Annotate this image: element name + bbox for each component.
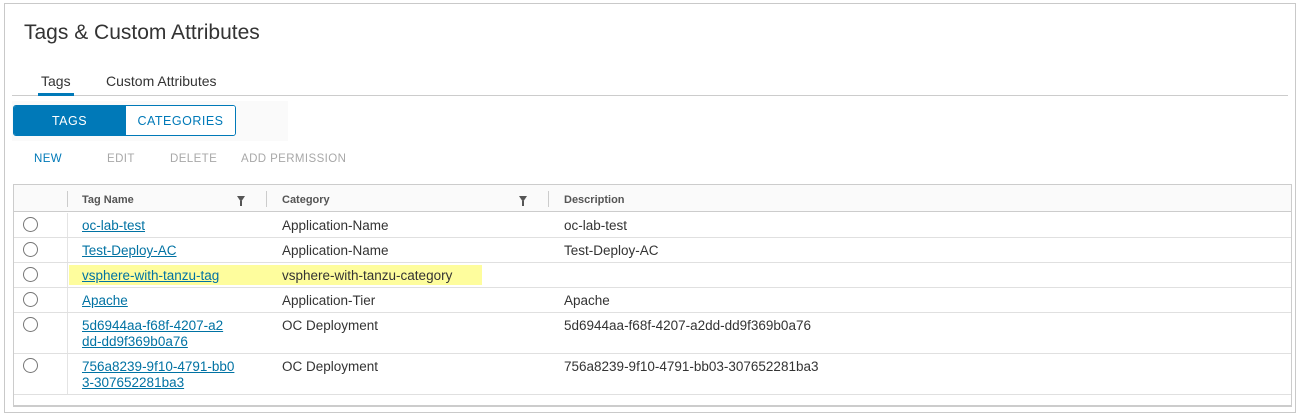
category-cell: Application-Name [282,218,389,233]
tag-name-link-line-1[interactable]: 5d6944aa-f68f-4207-a2 [82,318,223,334]
grid-header: Tag Name Category Description [14,185,1291,212]
categories-toggle-button[interactable]: CATEGORIES [125,106,235,135]
tab-tags[interactable]: Tags [38,73,74,96]
description-cell: 5d6944aa-f68f-4207-a2dd-dd9f369b0a76 [564,318,811,333]
row-select-radio[interactable] [23,292,38,307]
tags-toggle-button[interactable]: TAGS [14,106,125,135]
description-cell: 756a8239-9f10-4791-bb03-307652281ba3 [564,359,819,374]
column-header-tag-name[interactable]: Tag Name [82,194,134,206]
column-separator[interactable] [548,191,549,207]
category-cell: Application-Tier [282,293,376,308]
tag-name-filter-icon[interactable] [237,196,245,206]
row-select-radio[interactable] [23,242,38,257]
tab-custom-attributes[interactable]: Custom Attributes [103,73,220,96]
add-permission-button[interactable]: ADD PERMISSION [241,153,346,165]
table-row[interactable]: Test-Deploy-AC Application-Name Test-Dep… [14,238,1291,263]
row-select-radio[interactable] [23,217,38,232]
category-cell: OC Deployment [282,359,379,374]
description-cell: Apache [564,293,610,308]
category-cell: Application-Name [282,243,389,258]
description-cell: Test-Deploy-AC [564,243,659,258]
tag-name-link[interactable]: Apache [82,293,128,309]
edit-button[interactable]: EDIT [107,153,135,165]
column-header-category[interactable]: Category [282,194,330,206]
page-title: Tags & Custom Attributes [24,21,260,44]
view-toggle: TAGS CATEGORIES [13,105,236,136]
description-cell: oc-lab-test [564,218,628,233]
new-button[interactable]: NEW [34,153,62,165]
table-row[interactable]: 756a8239-9f10-4791-bb0 3-307652281ba3 OC… [14,354,1291,395]
tag-name-link-line-2[interactable]: 3-307652281ba3 [82,375,184,391]
tag-name-link[interactable]: vsphere-with-tanzu-tag [82,268,219,284]
row-select-radio[interactable] [23,317,38,332]
table-row[interactable]: vsphere-with-tanzu-tag vsphere-with-tanz… [14,263,1291,288]
tag-name-link-line-2[interactable]: dd-dd9f369b0a76 [82,334,188,350]
table-row[interactable]: oc-lab-test Application-Name oc-lab-test [14,213,1291,238]
delete-button[interactable]: DELETE [170,153,217,165]
tag-name-link-line-1[interactable]: 756a8239-9f10-4791-bb0 [82,359,234,375]
row-select-radio[interactable] [23,267,38,282]
table-row[interactable]: Apache Application-Tier Apache [14,288,1291,313]
column-separator [67,191,68,207]
category-filter-icon[interactable] [519,196,527,206]
column-header-description[interactable]: Description [564,194,625,206]
table-row[interactable]: 5d6944aa-f68f-4207-a2 dd-dd9f369b0a76 OC… [14,313,1291,354]
row-select-radio[interactable] [23,358,38,373]
column-separator[interactable] [266,191,267,207]
tab-bar: Tags Custom Attributes [12,70,1288,96]
tags-datagrid: Tag Name Category Description oc-lab-tes… [13,184,1292,407]
tag-name-link[interactable]: Test-Deploy-AC [82,243,177,259]
category-cell: OC Deployment [282,318,379,333]
tag-name-link[interactable]: oc-lab-test [82,218,145,234]
category-cell: vsphere-with-tanzu-category [282,268,453,283]
